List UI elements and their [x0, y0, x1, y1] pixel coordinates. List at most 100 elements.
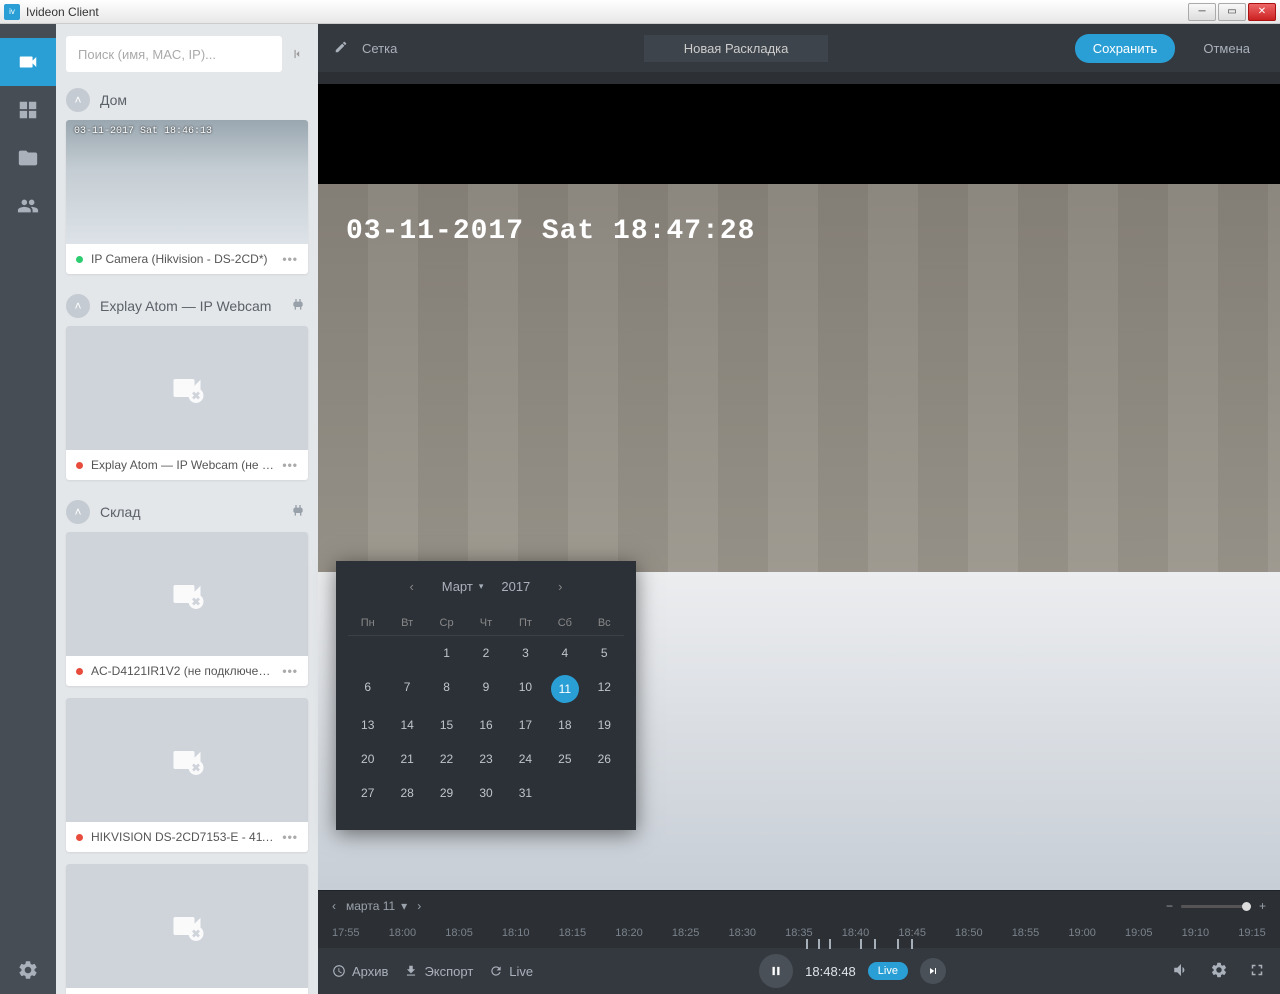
skip-forward-button[interactable]	[920, 958, 946, 984]
camera-menu-button[interactable]: •••	[282, 664, 298, 678]
window-close-button[interactable]: ✕	[1248, 3, 1276, 21]
collapse-icon	[291, 47, 305, 61]
nav-grid[interactable]	[0, 86, 56, 134]
calendar-day[interactable]: 15	[427, 708, 466, 742]
live-badge: Live	[868, 962, 908, 980]
calendar-day[interactable]: 23	[466, 742, 505, 776]
calendar-day[interactable]: 31	[506, 776, 545, 810]
calendar-day[interactable]: 3	[506, 636, 545, 670]
export-button[interactable]: Экспорт	[404, 964, 473, 979]
play-pause-button[interactable]	[759, 954, 793, 988]
calendar-day[interactable]: 6	[348, 670, 387, 708]
calendar-day[interactable]: 7	[387, 670, 426, 708]
layout-title[interactable]: Новая Раскладка	[644, 35, 829, 62]
status-dot	[76, 462, 83, 469]
zoom-in[interactable]: +	[1259, 899, 1266, 913]
window-titlebar: iv Ivideon Client ─ ▭ ✕	[0, 0, 1280, 24]
chevron-up-icon: ˄	[66, 88, 90, 112]
nav-folder[interactable]	[0, 134, 56, 182]
status-dot	[76, 256, 83, 263]
window-minimize-button[interactable]: ─	[1188, 3, 1216, 21]
camera-menu-button[interactable]: •••	[282, 830, 298, 844]
calendar-year[interactable]: 2017	[501, 579, 530, 594]
timeline-tick: 19:05	[1125, 927, 1153, 939]
calendar-day[interactable]: 2	[466, 636, 505, 670]
timeline-tick: 18:10	[502, 927, 530, 939]
camera-name: IP Camera (Hikvision - DS-2CD*)	[91, 252, 274, 266]
sidebar-collapse-button[interactable]	[288, 36, 308, 72]
calendar-day[interactable]: 17	[506, 708, 545, 742]
calendar-dow: Ср	[427, 611, 466, 636]
calendar-day[interactable]: 12	[585, 670, 624, 708]
camera-menu-button[interactable]: •••	[282, 252, 298, 266]
calendar-day[interactable]: 18	[545, 708, 584, 742]
chevron-down-icon: ▾	[479, 581, 484, 592]
calendar-day[interactable]: 22	[427, 742, 466, 776]
nav-settings[interactable]	[0, 946, 56, 994]
settings-button[interactable]	[1210, 961, 1228, 982]
calendar-next[interactable]: ›	[548, 579, 572, 594]
plug-icon[interactable]	[290, 503, 308, 521]
calendar-day[interactable]: 9	[466, 670, 505, 708]
plug-icon[interactable]	[290, 297, 308, 315]
timeline-prev[interactable]: ‹	[332, 899, 336, 913]
nav-people[interactable]	[0, 182, 56, 230]
zoom-out[interactable]: −	[1166, 899, 1173, 913]
calendar-day[interactable]: 1	[427, 636, 466, 670]
calendar-day[interactable]: 24	[506, 742, 545, 776]
calendar-month-selector[interactable]: Март ▾	[442, 579, 484, 594]
timeline[interactable]: ‹ марта 11 ▾ › − + 17:5518:0018:0518:101…	[318, 890, 1280, 948]
search-input[interactable]	[66, 36, 282, 72]
live-button[interactable]: Live	[489, 964, 533, 979]
calendar-day[interactable]: 20	[348, 742, 387, 776]
calendar-day[interactable]: 10	[506, 670, 545, 708]
calendar-day[interactable]: 14	[387, 708, 426, 742]
calendar-day[interactable]: 27	[348, 776, 387, 810]
volume-button[interactable]	[1172, 961, 1190, 982]
pause-icon	[769, 964, 783, 978]
window-maximize-button[interactable]: ▭	[1218, 3, 1246, 21]
calendar-day[interactable]: 5	[585, 636, 624, 670]
calendar-day[interactable]: 26	[585, 742, 624, 776]
fullscreen-button[interactable]	[1248, 961, 1266, 982]
camera-preview-offline[interactable]	[66, 532, 308, 656]
grid-label[interactable]: Сетка	[362, 41, 397, 56]
calendar-day[interactable]: 19	[585, 708, 624, 742]
timeline-date-selector[interactable]: марта 11 ▾	[346, 899, 407, 913]
timeline-tick: 18:30	[728, 927, 756, 939]
timeline-tick: 19:15	[1238, 927, 1266, 939]
skip-icon	[927, 965, 939, 977]
calendar-prev[interactable]: ‹	[400, 579, 424, 594]
gear-icon	[1210, 961, 1228, 979]
camera-preview-offline[interactable]	[66, 698, 308, 822]
calendar-day[interactable]: 11	[551, 675, 579, 703]
calendar-day[interactable]: 8	[427, 670, 466, 708]
calendar-day[interactable]: 25	[545, 742, 584, 776]
camera-preview[interactable]: 03-11-2017 Sat 18:46:13	[66, 120, 308, 244]
calendar-day[interactable]: 13	[348, 708, 387, 742]
calendar-day[interactable]: 21	[387, 742, 426, 776]
window-title: Ivideon Client	[26, 5, 99, 19]
save-button[interactable]: Сохранить	[1075, 34, 1176, 63]
nav-cameras[interactable]	[0, 38, 56, 86]
group-header[interactable]: ˄ Склад	[56, 492, 318, 532]
sidebar: ˄ Дом 03-11-2017 Sat 18:46:13 IP Camera …	[56, 24, 318, 994]
camera-preview-offline[interactable]	[66, 326, 308, 450]
archive-button[interactable]: Архив	[332, 964, 388, 979]
cancel-button[interactable]: Отмена	[1189, 34, 1264, 63]
calendar-day[interactable]: 28	[387, 776, 426, 810]
timeline-tick: 17:55	[332, 927, 360, 939]
group-header[interactable]: ˄ Explay Atom — IP Webcam	[56, 286, 318, 326]
timeline-tick: 18:25	[672, 927, 700, 939]
calendar-day[interactable]: 16	[466, 708, 505, 742]
camera-preview-offline[interactable]	[66, 864, 308, 988]
group-header[interactable]: ˄ Дом	[56, 80, 318, 120]
camera-menu-button[interactable]: •••	[282, 458, 298, 472]
calendar-day[interactable]: 30	[466, 776, 505, 810]
calendar-day[interactable]: 4	[545, 636, 584, 670]
timeline-next[interactable]: ›	[417, 899, 421, 913]
calendar-day[interactable]: 29	[427, 776, 466, 810]
edit-icon[interactable]	[334, 40, 348, 57]
status-dot	[76, 834, 83, 841]
zoom-slider[interactable]	[1181, 905, 1251, 908]
